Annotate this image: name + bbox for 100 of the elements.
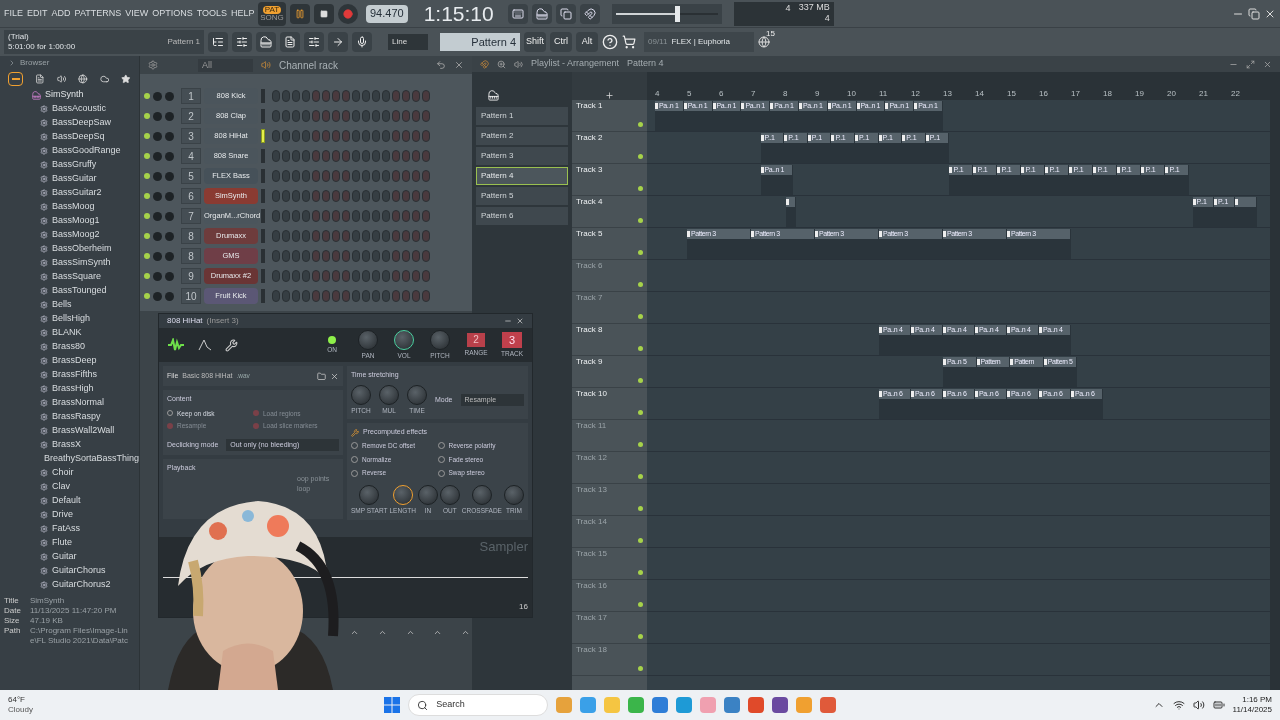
step-button[interactable] (292, 250, 300, 262)
channel-select-light[interactable] (261, 149, 265, 163)
step-button[interactable] (272, 270, 280, 282)
step-button[interactable] (422, 130, 430, 142)
timeline-ruler[interactable]: 4 5 6 7 8 9 10 11 12 13 14 15 16 17 18 19 20 21 22 (647, 72, 1280, 100)
step-button[interactable] (322, 90, 330, 102)
mixer-track-number[interactable]: 8 (181, 228, 201, 244)
step-button[interactable] (352, 290, 360, 302)
step-button[interactable] (272, 90, 280, 102)
modifier-key[interactable]: Shift (524, 32, 546, 52)
step-button[interactable] (302, 210, 310, 222)
step-button[interactable] (332, 110, 340, 122)
battery-icon[interactable] (1212, 699, 1225, 711)
track-led[interactable] (638, 122, 643, 127)
step-button[interactable] (422, 210, 430, 222)
track-name[interactable]: Track 2 (576, 132, 603, 144)
step-button[interactable] (292, 130, 300, 142)
undo-icon[interactable] (436, 60, 446, 70)
mixer-track-number[interactable]: 4 (181, 148, 201, 164)
step-button[interactable] (392, 250, 400, 262)
step-button[interactable] (392, 130, 400, 142)
preset-item[interactable]: BassGuitar2 (52, 186, 102, 200)
preset-item[interactable]: BassMoog1 (52, 214, 100, 228)
preset-item[interactable]: BrassFifths (52, 368, 97, 382)
step-button[interactable] (352, 230, 360, 242)
effect-knob[interactable] (392, 485, 413, 505)
preset-item[interactable]: BassSquare (52, 270, 102, 284)
step-button[interactable] (272, 230, 280, 242)
track-name[interactable]: Track 4 (576, 196, 603, 208)
mute-led[interactable] (144, 253, 150, 259)
pattern-clip[interactable] (786, 197, 795, 207)
step-button[interactable] (352, 210, 360, 222)
step-button[interactable] (332, 130, 340, 142)
caret-icon[interactable] (433, 628, 443, 637)
step-button[interactable] (322, 230, 330, 242)
step-button[interactable] (342, 90, 350, 102)
step-button[interactable] (322, 150, 330, 162)
effect-knob[interactable] (503, 485, 524, 505)
step-button[interactable] (282, 230, 290, 242)
track-name[interactable]: Track 12 (576, 452, 607, 464)
mixer-track-number[interactable]: 9 (181, 268, 201, 284)
scrollbar[interactable] (1270, 100, 1280, 690)
step-button[interactable] (412, 110, 420, 122)
channel-select-light[interactable] (261, 289, 265, 303)
step-button[interactable] (302, 270, 310, 282)
menu-item[interactable]: OPTIONS (152, 6, 193, 21)
step-button[interactable] (352, 270, 360, 282)
step-button[interactable] (372, 170, 380, 182)
step-button[interactable] (422, 270, 430, 282)
star-icon[interactable] (121, 74, 131, 84)
close-icon[interactable] (454, 60, 464, 70)
menu-item[interactable]: VIEW (125, 6, 149, 21)
menu-item[interactable]: TOOLS (196, 6, 228, 21)
mixer-track-number[interactable]: 3 (181, 128, 201, 144)
step-button[interactable] (272, 250, 280, 262)
menu-item[interactable]: ADD (51, 6, 71, 21)
tree-icon[interactable] (208, 32, 228, 52)
step-button[interactable] (422, 290, 430, 302)
step-button[interactable] (322, 210, 330, 222)
pattern-item[interactable]: Pattern 5 (476, 187, 568, 205)
track-name[interactable]: Track 16 (576, 580, 607, 592)
step-button[interactable] (412, 190, 420, 202)
channel-select-light[interactable] (261, 109, 265, 123)
preset-item[interactable]: BassGruffy (52, 158, 97, 172)
step-button[interactable] (282, 290, 290, 302)
step-button[interactable] (402, 130, 410, 142)
step-button[interactable] (412, 90, 420, 102)
document-icon[interactable] (280, 32, 300, 52)
mute-led[interactable] (144, 193, 150, 199)
step-button[interactable] (342, 190, 350, 202)
step-button[interactable] (422, 110, 430, 122)
taskbar-app-icon[interactable] (748, 697, 765, 713)
step-button[interactable] (282, 210, 290, 222)
minimize-icon[interactable] (504, 317, 512, 325)
preset-item[interactable]: BrassHigh (52, 382, 94, 396)
step-button[interactable] (312, 150, 320, 162)
effect-knob[interactable] (359, 485, 380, 505)
step-button[interactable] (382, 290, 390, 302)
preset-item[interactable]: Brass80 (52, 340, 86, 354)
track-name[interactable]: Track 3 (576, 164, 603, 176)
step-button[interactable] (402, 150, 410, 162)
step-button[interactable] (302, 290, 310, 302)
add-track-icon[interactable] (605, 91, 614, 100)
step-button[interactable] (332, 250, 340, 262)
close-icon[interactable] (1263, 59, 1272, 69)
track-led[interactable] (638, 186, 643, 191)
step-button[interactable] (382, 170, 390, 182)
modifier-key[interactable]: Alt (576, 32, 598, 52)
mixer-track-number[interactable]: 7 (181, 208, 201, 224)
step-button[interactable] (312, 210, 320, 222)
step-button[interactable] (292, 290, 300, 302)
search-field[interactable]: Search (408, 694, 549, 716)
effect-knob[interactable] (439, 485, 460, 505)
preset-item[interactable]: BassDeepSq (52, 130, 105, 144)
track-led[interactable] (638, 474, 643, 479)
preset-item[interactable]: BassTounged (52, 284, 107, 298)
step-button[interactable] (312, 90, 320, 102)
step-button[interactable] (382, 230, 390, 242)
speaker-icon[interactable] (56, 74, 67, 84)
step-button[interactable] (412, 230, 420, 242)
